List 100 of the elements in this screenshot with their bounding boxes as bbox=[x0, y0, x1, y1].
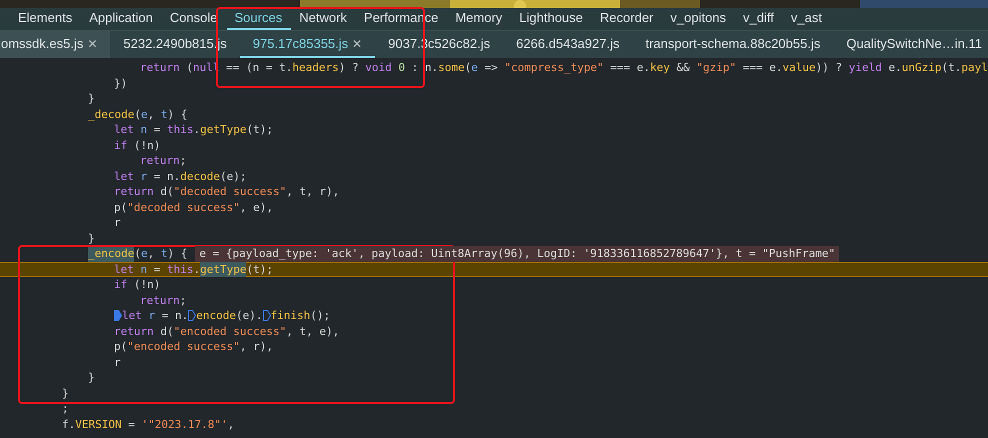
code-token: '"2023.17.8"' bbox=[141, 416, 228, 432]
code-token: . bbox=[194, 122, 200, 138]
code-token: r bbox=[114, 215, 121, 230]
code-token: d( bbox=[159, 184, 174, 200]
code-token: ( bbox=[464, 60, 472, 76]
code-token: r bbox=[114, 354, 121, 370]
code-token: (e). bbox=[236, 308, 262, 324]
code-token: key bbox=[650, 60, 670, 76]
code-token: yield bbox=[848, 60, 882, 76]
file-tab[interactable]: transport-schema.88c20b55.js bbox=[632, 31, 834, 58]
code-token: "decoded success" bbox=[174, 184, 286, 200]
code-token: , e), bbox=[240, 200, 273, 215]
code-token: e bbox=[471, 60, 478, 76]
code-token: }) bbox=[114, 76, 128, 91]
code-token: == (n = t. bbox=[225, 60, 292, 76]
code-token: t bbox=[160, 246, 168, 262]
code-token: ) ? bbox=[338, 60, 360, 76]
panel-tab[interactable]: v_opitons bbox=[662, 8, 736, 30]
breakpoint-marker-icon[interactable] bbox=[188, 310, 196, 322]
code-token: e. bbox=[888, 60, 902, 76]
code-token: "compress_type" bbox=[504, 60, 604, 76]
code-token: p( bbox=[114, 200, 128, 215]
code-token: e bbox=[140, 106, 148, 122]
code-token: value bbox=[782, 60, 816, 76]
panel-tab[interactable]: Lighthouse bbox=[511, 8, 592, 30]
code-token: , t, r), bbox=[286, 184, 340, 200]
code-token: decode bbox=[180, 168, 220, 184]
code-token: getType bbox=[200, 262, 246, 277]
code-token: ( bbox=[134, 106, 141, 122]
panel-tab[interactable]: v_ast bbox=[782, 8, 831, 30]
code-token: this bbox=[167, 122, 194, 138]
close-icon[interactable]: ✕ bbox=[87, 36, 98, 50]
code-token: , bbox=[228, 416, 234, 432]
file-tab[interactable]: QualitySwitchNe…in.11 bbox=[833, 31, 988, 58]
code-token: return bbox=[114, 184, 154, 200]
code-token: some bbox=[438, 60, 465, 76]
panel-tab[interactable]: Network bbox=[291, 8, 356, 30]
panel-tab[interactable]: Console bbox=[162, 8, 227, 30]
code-token: ( bbox=[134, 246, 141, 262]
code-token: , bbox=[148, 246, 156, 262]
panel-tab[interactable]: Recorder bbox=[592, 8, 662, 30]
code-token: r bbox=[139, 168, 148, 184]
code-token: "encoded success" bbox=[127, 339, 240, 354]
code-token: return bbox=[140, 292, 180, 308]
code-token: p( bbox=[114, 339, 128, 354]
code-token: VERSION bbox=[75, 416, 122, 432]
code-token: n bbox=[139, 262, 148, 277]
panel-tab[interactable]: v_diff bbox=[735, 8, 783, 30]
code-token: === e. bbox=[742, 60, 783, 76]
code-token: ; bbox=[180, 292, 186, 308]
code-token: finish bbox=[270, 308, 310, 324]
code-token: , r), bbox=[240, 339, 273, 354]
code-token: (t. bbox=[942, 60, 962, 76]
code-token: } bbox=[88, 230, 95, 246]
code-token: = bbox=[152, 122, 162, 138]
code-token: } bbox=[88, 91, 95, 106]
close-icon[interactable]: ✕ bbox=[352, 36, 362, 50]
code-token: this bbox=[167, 262, 194, 277]
code-token: (t); bbox=[246, 262, 273, 277]
code-token: _decode bbox=[88, 106, 134, 122]
code-token: d( bbox=[159, 324, 174, 339]
code-token: ) { bbox=[167, 106, 188, 122]
file-tab[interactable]: 6266.d543a927.js bbox=[503, 31, 632, 58]
code-token: = bbox=[152, 262, 162, 277]
code-token: 0 bbox=[397, 60, 405, 76]
code-token: ; bbox=[180, 153, 186, 168]
code-token: unGzip bbox=[902, 60, 942, 76]
code-token: headers bbox=[292, 60, 339, 76]
code-token: f. bbox=[62, 416, 76, 432]
code-token: )) ? bbox=[816, 60, 844, 76]
code-token: ( bbox=[185, 60, 193, 76]
code-token: let bbox=[114, 122, 134, 138]
code-token: let bbox=[114, 262, 134, 277]
file-tab[interactable]: omssdk.es5.js ✕ bbox=[0, 31, 110, 58]
panel-tab[interactable]: Memory bbox=[447, 8, 512, 30]
code-token: = n. bbox=[160, 308, 188, 324]
code-token: , bbox=[148, 106, 156, 122]
panel-tab[interactable]: Application bbox=[81, 8, 162, 30]
code-token: } bbox=[88, 370, 95, 386]
code-token: n bbox=[139, 122, 148, 138]
code-token: (!n) bbox=[132, 138, 160, 153]
code-token: if bbox=[114, 138, 128, 153]
code-token: (!n) bbox=[132, 277, 160, 292]
file-tab[interactable]: 975.17c85355.js ✕ bbox=[240, 31, 376, 58]
code-token: : n. bbox=[410, 60, 438, 76]
code-token: let bbox=[114, 168, 134, 184]
code-token: === e. bbox=[609, 60, 650, 76]
breakpoint-marker-icon[interactable] bbox=[114, 310, 122, 322]
code-token: . bbox=[194, 262, 200, 277]
code-token: => bbox=[483, 60, 499, 76]
code-token: (e); bbox=[220, 168, 246, 184]
code-token: payl bbox=[961, 60, 988, 76]
breakpoint-marker-icon[interactable] bbox=[262, 310, 270, 322]
code-token: ; bbox=[62, 401, 69, 416]
code-token: (t); bbox=[246, 122, 273, 138]
code-token: ) { bbox=[167, 246, 188, 262]
code-token: = n. bbox=[152, 168, 180, 184]
code-token: , t, e), bbox=[286, 324, 340, 339]
code-token: "encoded success" bbox=[174, 324, 286, 339]
panel-tab[interactable]: Elements bbox=[10, 8, 82, 30]
